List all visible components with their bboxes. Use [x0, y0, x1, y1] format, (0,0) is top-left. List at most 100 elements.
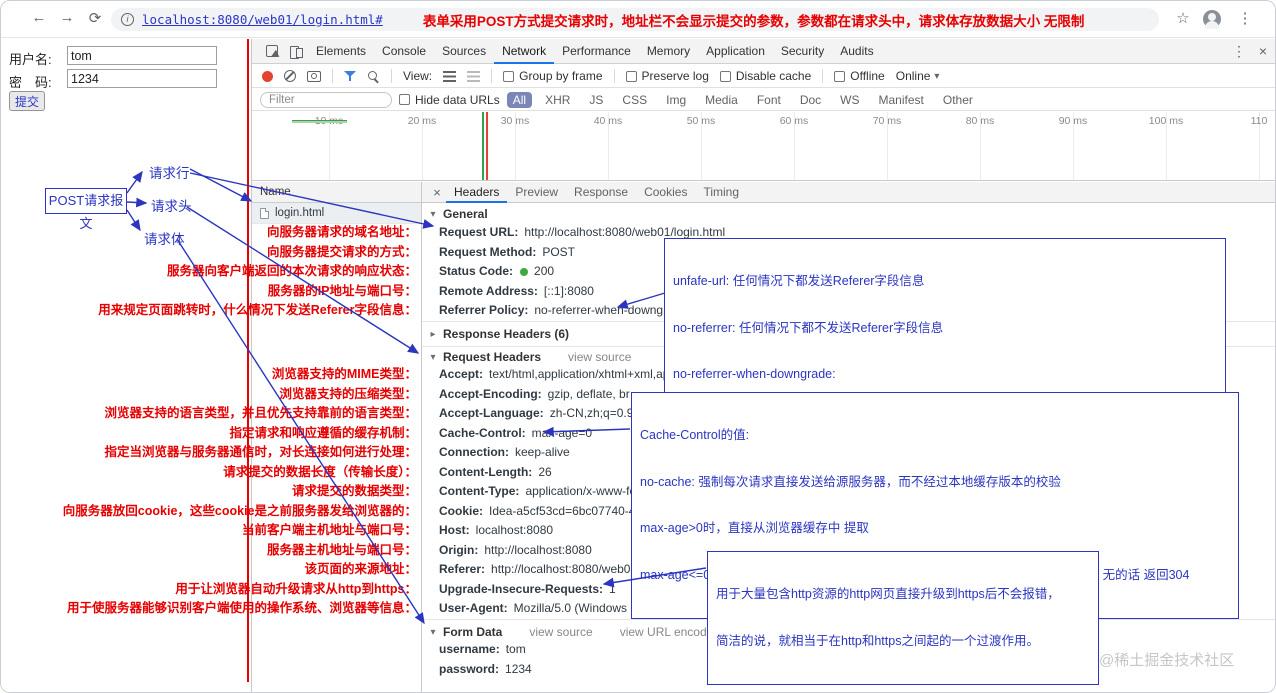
devtools-tabbar: Elements Console Sources Network Perform…	[252, 39, 1275, 64]
detail-tab-timing[interactable]: Timing	[695, 182, 747, 203]
view-source-link[interactable]: view source	[529, 625, 592, 639]
throttling-value: Online	[895, 69, 931, 83]
note-line: no-referrer: 任何情况下都不发送Referer字段信息	[673, 320, 944, 335]
disable-cache-label: Disable cache	[735, 69, 812, 83]
filter-type-manifest[interactable]: Manifest	[873, 92, 930, 108]
filter-type-img[interactable]: Img	[660, 92, 692, 108]
timeline-tick: 60 ms	[779, 115, 809, 127]
tab-sources[interactable]: Sources	[434, 39, 494, 64]
filter-type-xhr[interactable]: XHR	[539, 92, 576, 108]
filter-icon[interactable]	[344, 70, 356, 82]
name-column-header[interactable]: Name	[252, 182, 421, 203]
request-row[interactable]: login.html	[252, 203, 421, 224]
submit-button[interactable]: 提交	[9, 91, 45, 111]
section-request-headers[interactable]: ▾ Request Headers view source	[428, 348, 631, 366]
address-bar[interactable]: i localhost:8080/web01/login.html# 表单采用P…	[111, 8, 1159, 31]
browser-menu-icon[interactable]: ⋮	[1235, 9, 1255, 27]
checkbox-icon	[503, 70, 515, 82]
group-by-frame-checkbox[interactable]: Group by frame	[503, 69, 603, 83]
profile-avatar[interactable]	[1203, 10, 1221, 29]
section-response-headers[interactable]: ▸ Response Headers (6)	[428, 325, 569, 343]
inspect-element-icon[interactable]	[260, 39, 284, 64]
filter-type-other[interactable]: Other	[937, 92, 979, 108]
general-title: General	[443, 207, 488, 221]
close-details-icon[interactable]: ×	[428, 185, 446, 200]
tab-application[interactable]: Application	[698, 39, 773, 64]
group-by-frame-label: Group by frame	[519, 69, 603, 83]
filter-type-doc[interactable]: Doc	[794, 92, 827, 108]
username-input[interactable]	[67, 46, 217, 65]
disable-cache-checkbox[interactable]: Disable cache	[719, 69, 812, 83]
tab-audits[interactable]: Audits	[832, 39, 881, 64]
divider	[822, 69, 824, 83]
screenshot-icon[interactable]	[307, 70, 321, 82]
username-label: 用户名:	[9, 52, 52, 67]
tab-elements[interactable]: Elements	[308, 39, 374, 64]
checkbox-icon	[399, 94, 410, 105]
network-overview[interactable]: 10 ms 20 ms 30 ms 40 ms 50 ms 60 ms 70 m…	[252, 112, 1275, 181]
browser-toolbar: ← → ⟳ i localhost:8080/web01/login.html#…	[1, 1, 1275, 38]
detail-tab-response[interactable]: Response	[566, 182, 636, 203]
preserve-log-checkbox[interactable]: Preserve log	[625, 69, 709, 83]
hide-data-urls-checkbox[interactable]: Hide data URLs	[399, 93, 500, 107]
annotation-line: 用于让浏览器自动升级请求从http到https：	[175, 581, 417, 596]
header-annotations: 浏览器支持的MIME类型： 浏览器支持的压缩类型： 浏览器支持的语言类型，并且优…	[63, 365, 417, 619]
tab-memory[interactable]: Memory	[639, 39, 698, 64]
clear-icon[interactable]	[284, 70, 296, 82]
divider	[613, 69, 615, 83]
annotation-line: 服务器的IP地址与端口号：	[267, 283, 417, 298]
devtools-close-icon[interactable]: ×	[1251, 39, 1275, 64]
tab-performance[interactable]: Performance	[554, 39, 639, 64]
throttling-select[interactable]: Online ▾	[896, 69, 940, 83]
bookmark-star-icon[interactable]: ☆	[1173, 9, 1193, 27]
url-text[interactable]: localhost:8080/web01/login.html#	[142, 12, 383, 27]
forward-icon[interactable]: →	[57, 9, 77, 26]
timeline-tick: 110	[1250, 115, 1268, 127]
filter-type-media[interactable]: Media	[699, 92, 744, 108]
refresh-icon[interactable]: ⟳	[85, 9, 105, 27]
timeline-tick: 30 ms	[500, 115, 530, 127]
tab-network[interactable]: Network	[494, 39, 555, 64]
hide-data-urls-label: Hide data URLs	[415, 92, 500, 107]
network-filter-input[interactable]	[260, 91, 392, 108]
search-icon[interactable]	[367, 70, 380, 83]
filter-type-font[interactable]: Font	[751, 92, 787, 108]
section-form-data[interactable]: ▾ Form Data view source view URL encoded	[428, 623, 720, 641]
timeline-tick: 80 ms	[965, 115, 995, 127]
password-input[interactable]	[67, 69, 217, 88]
tab-security[interactable]: Security	[773, 39, 832, 64]
tab-console[interactable]: Console	[374, 39, 434, 64]
divider	[491, 69, 493, 83]
section-general[interactable]: ▾ General	[428, 205, 488, 223]
browser-window: ← → ⟳ i localhost:8080/web01/login.html#…	[0, 0, 1276, 693]
detail-tab-headers[interactable]: Headers	[446, 182, 508, 203]
view-list-icon[interactable]	[443, 70, 457, 82]
devtools-menu-icon[interactable]: ⋮	[1227, 39, 1251, 64]
detail-tab-preview[interactable]: Preview	[507, 182, 566, 203]
note-line: unfafe-url: 任何情况下都发送Referer字段信息	[673, 274, 925, 288]
filter-type-ws[interactable]: WS	[834, 92, 865, 108]
annotation-line: 用来规定页面跳转时，什么情况下发送Referer字段信息：	[98, 303, 417, 317]
note-line: no-cache: 强制每次请求直接发送给源服务器，而不经过本地缓存版本的校验	[640, 474, 1061, 489]
view-large-rows-icon[interactable]	[467, 70, 481, 82]
view-url-encoded-link[interactable]: view URL encoded	[620, 625, 720, 639]
filter-type-js[interactable]: JS	[583, 92, 609, 108]
timeline-tick: 50 ms	[686, 115, 716, 127]
device-toolbar-icon[interactable]	[284, 39, 308, 64]
record-icon[interactable]	[262, 70, 273, 82]
annotation-line: 请求提交的数据类型：	[291, 484, 417, 498]
annotation-line: 当前客户端主机地址与端口号：	[241, 523, 417, 537]
offline-checkbox[interactable]: Offline	[834, 69, 885, 83]
response-headers-title: Response Headers (6)	[443, 327, 570, 341]
checkbox-icon	[834, 70, 846, 82]
checkbox-icon	[625, 70, 637, 82]
note-line: max-age>0时，直接从浏览器缓存中 提取	[640, 521, 869, 535]
filter-type-all[interactable]: All	[506, 91, 533, 108]
detail-tab-cookies[interactable]: Cookies	[636, 182, 695, 203]
site-info-icon[interactable]: i	[121, 13, 134, 26]
triangle-down-icon: ▾	[430, 351, 436, 363]
back-icon[interactable]: ←	[29, 9, 49, 26]
note-line: 用于大量包含http资源的http网页直接升级到https后不会报错，	[716, 587, 1060, 601]
filter-type-css[interactable]: CSS	[616, 92, 653, 108]
view-source-link[interactable]: view source	[568, 350, 631, 364]
